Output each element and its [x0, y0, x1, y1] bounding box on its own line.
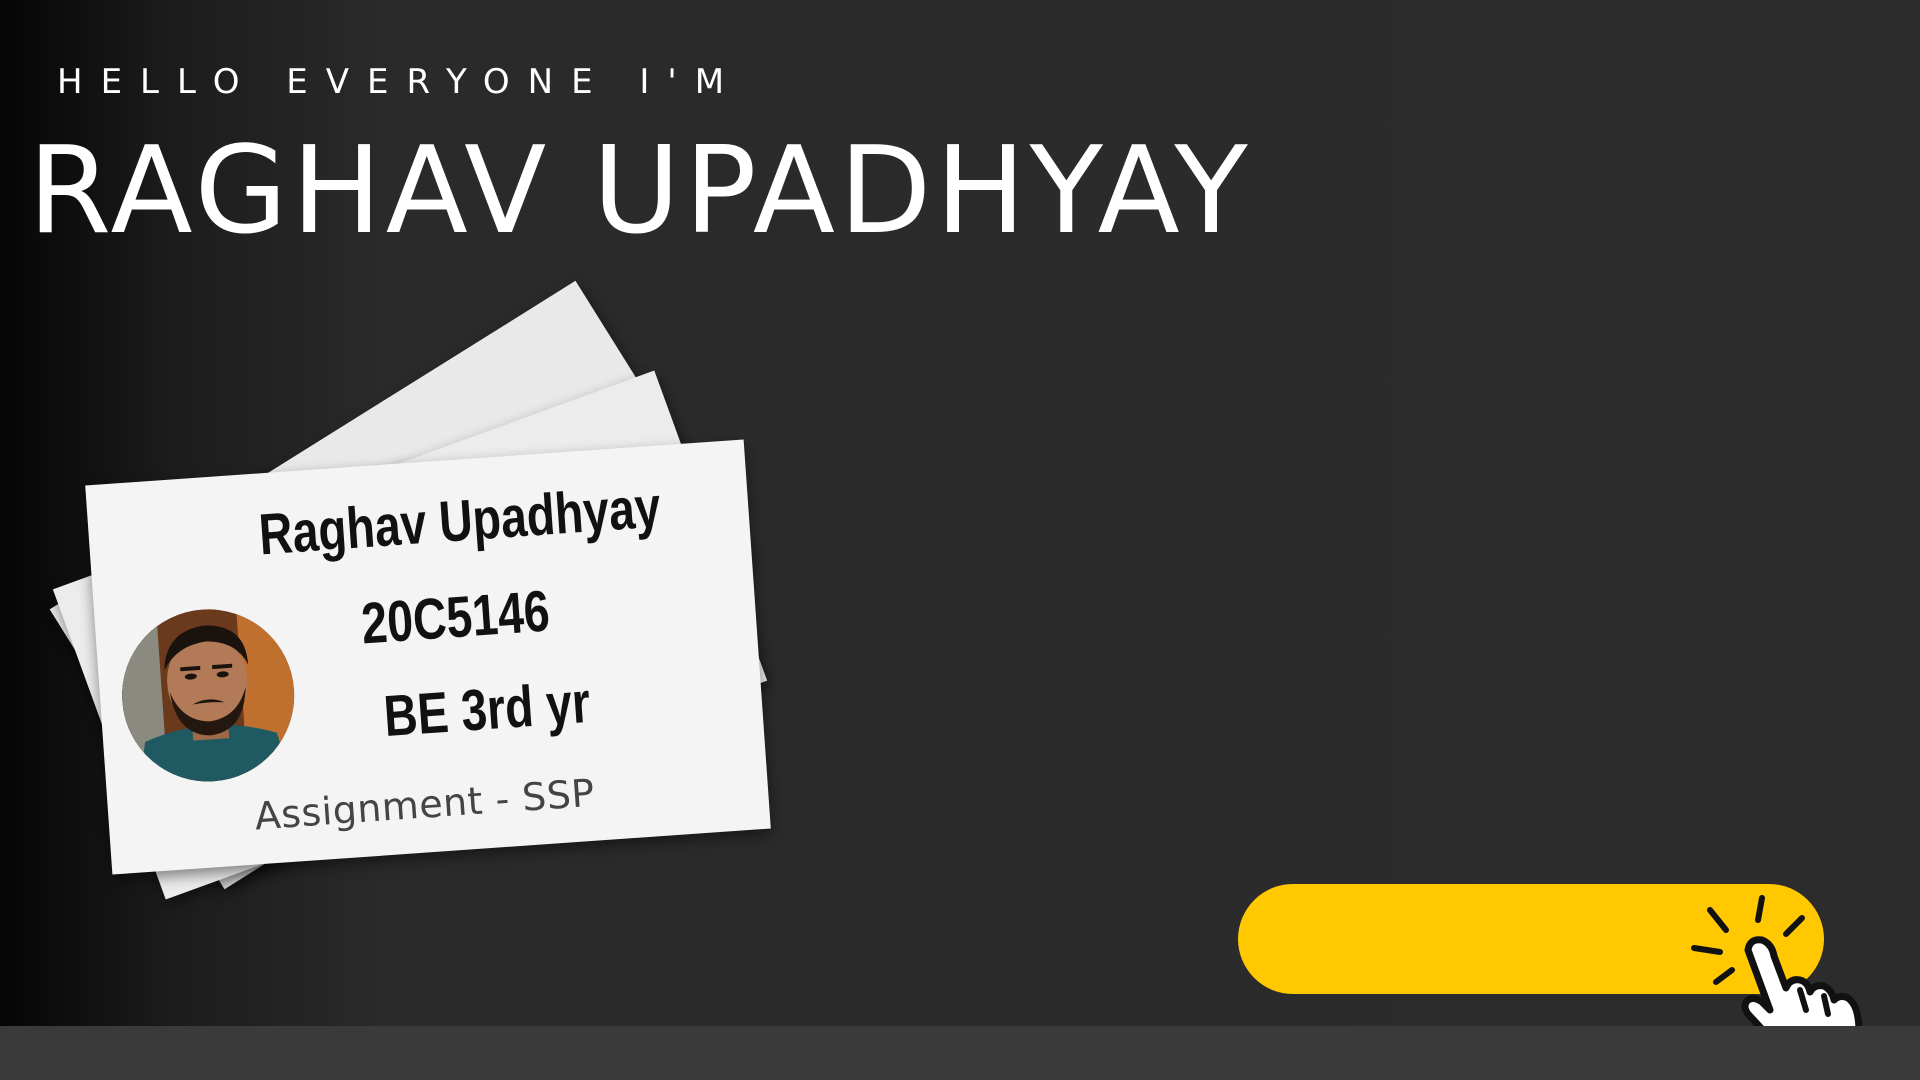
id-card-stack: Raghav Upadhyay 20C5146 BE 3rd yr Assign…: [0, 0, 900, 1026]
id-card: Raghav Upadhyay 20C5146 BE 3rd yr Assign…: [85, 439, 771, 875]
avatar: [116, 603, 300, 788]
card-year: BE 3rd yr: [381, 669, 593, 750]
card-assignment-label: Assignment - SSP: [253, 770, 597, 839]
pointing-hand-click-icon[interactable]: [1690, 890, 1890, 1026]
bottom-bar: [0, 1026, 1920, 1080]
card-name: Raghav Upadhyay: [256, 474, 663, 568]
card-student-id: 20C5146: [359, 578, 552, 657]
profile-photo-icon: [116, 603, 300, 788]
slide-canvas: HELLO EVERYONE I'M RAGHAV UPADHYAY Ragha…: [0, 0, 1920, 1026]
